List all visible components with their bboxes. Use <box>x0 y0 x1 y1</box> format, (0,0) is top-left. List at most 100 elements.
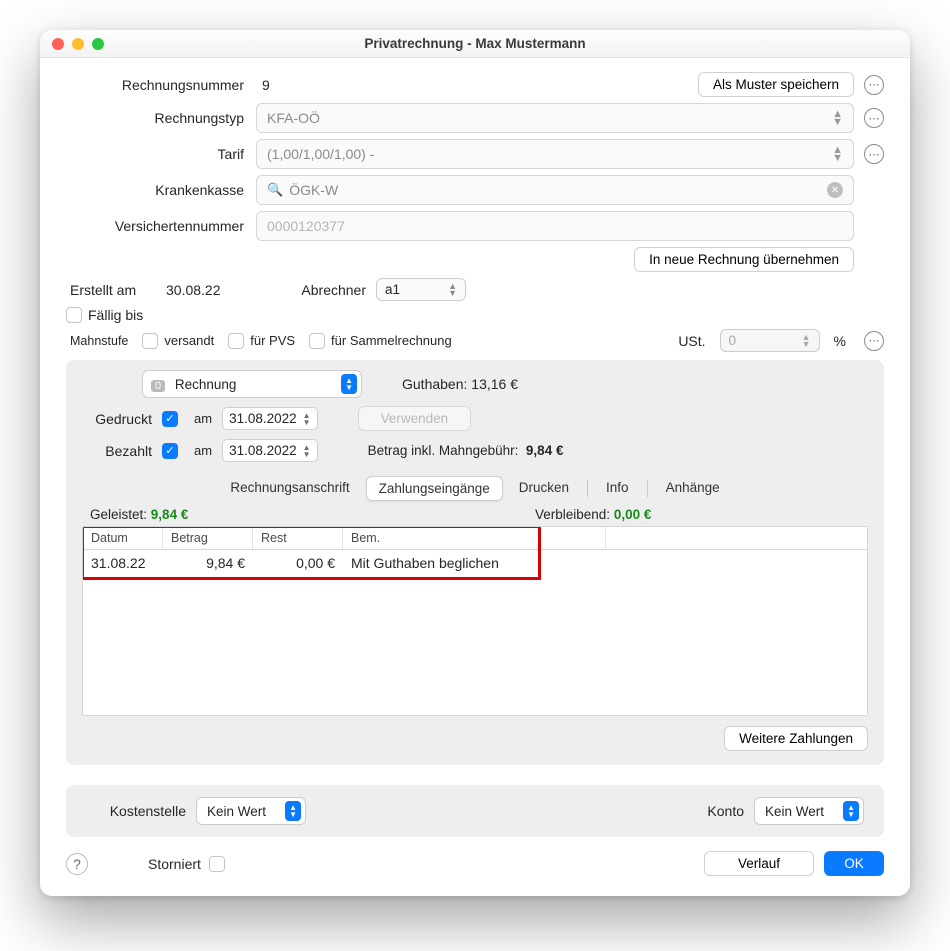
tab-zahlungseingaenge[interactable]: Zahlungseingänge <box>366 476 503 501</box>
cell-betrag: 9,84 € <box>163 550 253 576</box>
fuer-sammel-checkbox[interactable] <box>309 333 325 349</box>
label-fuer-pvs: für PVS <box>250 333 295 348</box>
label-ust: USt. <box>678 333 705 349</box>
abrechner-select[interactable]: a1 ▲▼ <box>376 278 466 301</box>
stepper-arrows-icon: ▲▼ <box>303 444 311 458</box>
col-betrag[interactable]: Betrag <box>163 527 253 549</box>
col-bem[interactable]: Bem. <box>343 527 606 549</box>
gedruckt-date-stepper[interactable]: 31.08.2022 ▲▼ <box>222 407 318 430</box>
tarif-value: (1,00/1,00/1,00) - <box>267 146 374 162</box>
label-faellig-bis: Fällig bis <box>88 307 143 323</box>
label-am: am <box>194 443 212 458</box>
label-erstellt-am: Erstellt am <box>66 282 166 298</box>
ust-value: 0 <box>729 333 737 348</box>
verwenden-button[interactable]: Verwenden <box>358 406 472 431</box>
label-percent: % <box>834 333 846 349</box>
versichertennr-input[interactable]: 0000120377 <box>256 211 854 241</box>
chevron-updown-icon <box>843 801 859 821</box>
help-icon[interactable]: ? <box>66 853 88 875</box>
chevron-updown-icon <box>341 374 357 394</box>
chevron-updown-icon: ▲▼ <box>832 110 843 126</box>
col-datum[interactable]: Datum <box>83 527 163 549</box>
mahnstufe-badge: 0 <box>151 380 165 392</box>
in-neue-rechnung-button[interactable]: In neue Rechnung übernehmen <box>634 247 854 272</box>
bezahlt-date-stepper[interactable]: 31.08.2022 ▲▼ <box>222 439 318 462</box>
tab-info[interactable]: Info <box>594 476 641 501</box>
kostenstelle-value: Kein Wert <box>207 804 266 819</box>
more-icon[interactable]: ⋯ <box>864 144 884 164</box>
label-mahnstufe: Mahnstufe <box>66 334 128 348</box>
minimize-icon[interactable] <box>72 38 84 50</box>
clear-icon[interactable]: ✕ <box>827 182 843 198</box>
label-guthaben: Guthaben: 13,16 € <box>402 376 518 392</box>
faellig-bis-checkbox[interactable] <box>66 307 82 323</box>
label-versichertennr: Versichertennummer <box>66 218 256 234</box>
status-panel: 0 Rechnung Guthaben: 13,16 € Gedruckt ✓ … <box>66 360 884 765</box>
tab-anhaenge[interactable]: Anhänge <box>654 476 732 501</box>
label-am: am <box>194 411 212 426</box>
label-gedruckt: Gedruckt <box>82 411 152 427</box>
close-icon[interactable] <box>52 38 64 50</box>
label-storniert: Storniert <box>148 856 201 872</box>
mahnstufe-select[interactable]: 0 Rechnung <box>142 370 362 398</box>
zoom-icon[interactable] <box>92 38 104 50</box>
table-header: Datum Betrag Rest Bem. <box>83 527 867 550</box>
label-kostenstelle: Kostenstelle <box>86 803 196 819</box>
cell-rest: 0,00 € <box>253 550 343 576</box>
rechnungstyp-value: KFA-OÖ <box>267 110 320 126</box>
weitere-zahlungen-button[interactable]: Weitere Zahlungen <box>724 726 868 751</box>
more-icon[interactable]: ⋯ <box>864 75 884 95</box>
value-rechnungsnummer: 9 <box>256 73 276 97</box>
fuer-pvs-checkbox[interactable] <box>228 333 244 349</box>
more-icon[interactable]: ⋯ <box>864 331 884 351</box>
versandt-checkbox[interactable] <box>142 333 158 349</box>
cell-bem: Mit Guthaben beglichen <box>343 550 867 576</box>
footer-panel: Kostenstelle Kein Wert Konto Kein Wert <box>66 785 884 837</box>
label-rechnungstyp: Rechnungstyp <box>66 110 256 126</box>
verbleibend-summary: Verbleibend: 0,00 € <box>415 507 860 522</box>
tarif-select[interactable]: (1,00/1,00/1,00) - ▲▼ <box>256 139 854 169</box>
chevron-updown-icon: ▲▼ <box>832 146 843 162</box>
ust-select[interactable]: 0 ▲▼ <box>720 329 820 352</box>
chevron-updown-icon <box>285 801 301 821</box>
tabbar: Rechnungsanschrift Zahlungseingänge Druc… <box>82 476 868 501</box>
chevron-updown-icon: ▲▼ <box>802 334 811 348</box>
label-betrag-mahn: Betrag inkl. Mahngebühr: 9,84 € <box>368 443 564 458</box>
col-rest[interactable]: Rest <box>253 527 343 549</box>
krankenkasse-value: ÖGK-W <box>289 182 827 198</box>
label-krankenkasse: Krankenkasse <box>66 182 256 198</box>
storniert-checkbox[interactable] <box>209 856 225 872</box>
label-versandt: versandt <box>164 333 214 348</box>
tab-drucken[interactable]: Drucken <box>507 476 581 501</box>
cell-datum: 31.08.22 <box>83 550 163 576</box>
gedruckt-checkbox[interactable]: ✓ <box>162 411 178 427</box>
konto-value: Kein Wert <box>765 804 824 819</box>
bezahlt-date-value: 31.08.2022 <box>229 443 297 458</box>
tab-rechnungsanschrift[interactable]: Rechnungsanschrift <box>218 476 361 501</box>
label-rechnungsnummer: Rechnungsnummer <box>66 77 256 93</box>
more-icon[interactable]: ⋯ <box>864 108 884 128</box>
dialog-window: Privatrechnung - Max Mustermann Rechnung… <box>40 30 910 896</box>
bezahlt-checkbox[interactable]: ✓ <box>162 443 178 459</box>
value-erstellt-am: 30.08.22 <box>166 282 266 298</box>
stepper-arrows-icon: ▲▼ <box>303 412 311 426</box>
window-title: Privatrechnung - Max Mustermann <box>40 36 910 51</box>
rechnungstyp-select[interactable]: KFA-OÖ ▲▼ <box>256 103 854 133</box>
gedruckt-date-value: 31.08.2022 <box>229 411 297 426</box>
ok-button[interactable]: OK <box>824 851 884 876</box>
geleistet-summary: Geleistet: 9,84 € <box>90 507 415 522</box>
label-bezahlt: Bezahlt <box>82 443 152 459</box>
mahnstufe-value: Rechnung <box>175 377 237 392</box>
label-konto: Konto <box>707 803 754 819</box>
konto-select[interactable]: Kein Wert <box>754 797 864 825</box>
kostenstelle-select[interactable]: Kein Wert <box>196 797 306 825</box>
als-muster-speichern-button[interactable]: Als Muster speichern <box>698 72 854 97</box>
titlebar: Privatrechnung - Max Mustermann <box>40 30 910 58</box>
chevron-updown-icon: ▲▼ <box>448 283 457 297</box>
verlauf-button[interactable]: Verlauf <box>704 851 814 876</box>
krankenkasse-search[interactable]: 🔍 ÖGK-W ✕ <box>256 175 854 205</box>
table-row[interactable]: 31.08.22 9,84 € 0,00 € Mit Guthaben begl… <box>83 550 867 576</box>
search-icon: 🔍 <box>267 182 283 198</box>
label-fuer-sammel: für Sammelrechnung <box>331 333 452 348</box>
label-abrechner: Abrechner <box>266 282 376 298</box>
